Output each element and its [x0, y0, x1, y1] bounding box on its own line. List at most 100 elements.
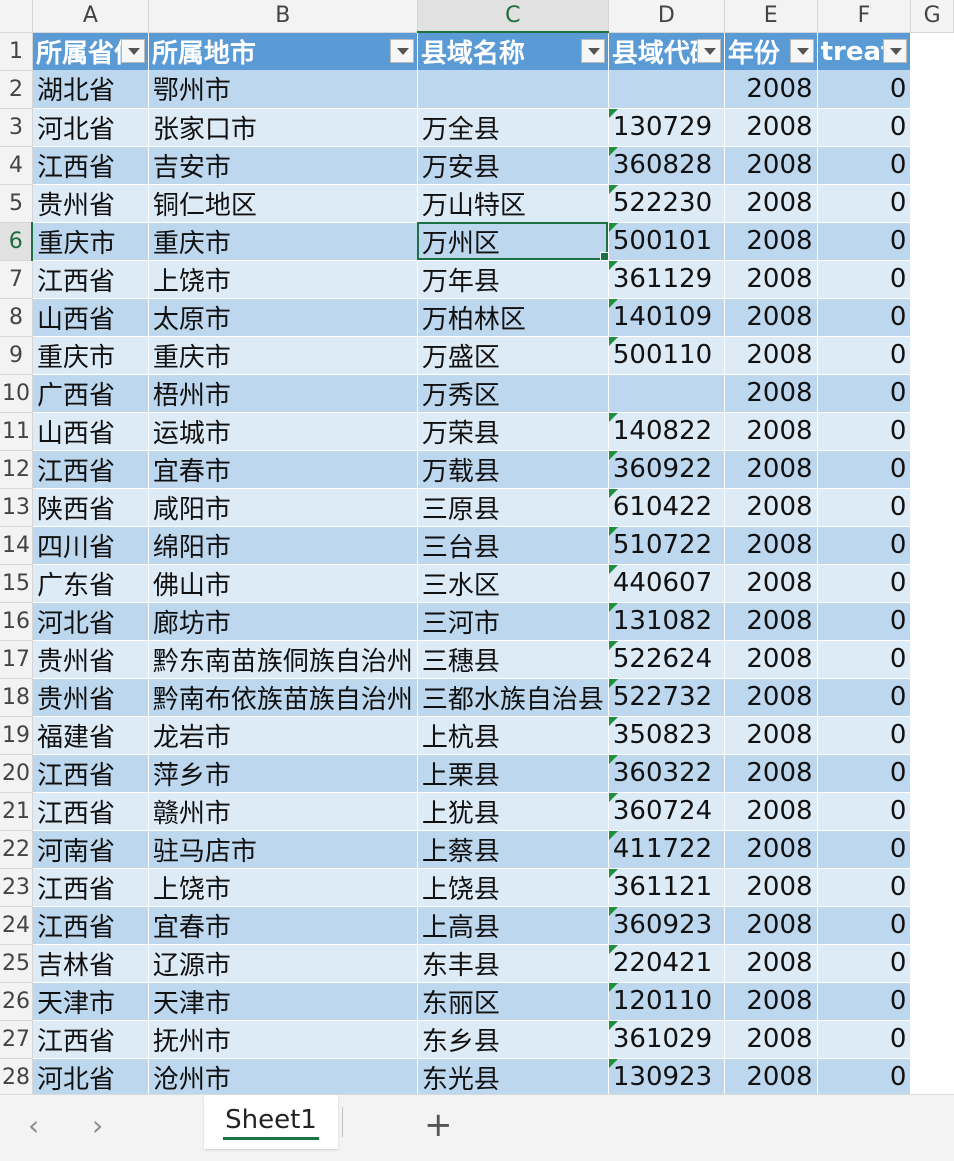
cell-city[interactable]: 铜仁地区	[148, 184, 418, 223]
cell-county-name[interactable]: 万秀区	[417, 374, 609, 413]
cell-county-code[interactable]: 360322	[608, 754, 725, 793]
cell-province[interactable]: 山西省	[32, 298, 149, 337]
cell-city[interactable]: 天津市	[148, 982, 418, 1021]
empty-cell[interactable]	[910, 374, 954, 412]
cell-county-name[interactable]: 东丰县	[417, 944, 609, 983]
row-header[interactable]: 28	[0, 1058, 33, 1097]
cell-year[interactable]: 2008	[724, 754, 818, 793]
cell-county-code[interactable]: 220421	[608, 944, 725, 983]
cell-province[interactable]: 陕西省	[32, 488, 149, 527]
cell-treat[interactable]: 0	[817, 146, 912, 185]
row-header[interactable]: 21	[0, 792, 33, 831]
cell-treat[interactable]: 0	[817, 564, 912, 603]
cell-year[interactable]: 2008	[724, 564, 818, 603]
cell-county-name[interactable]: 万盛区	[417, 336, 609, 375]
cell-city[interactable]: 梧州市	[148, 374, 418, 413]
filter-dropdown-icon[interactable]	[580, 39, 605, 63]
cell-province[interactable]: 河南省	[32, 830, 149, 869]
header-cell-county-code[interactable]: 县域代码	[608, 32, 725, 70]
cell-city[interactable]: 上饶市	[148, 868, 418, 907]
cell-county-name[interactable]: 三河市	[417, 602, 609, 641]
chevron-right-icon[interactable]: ›	[92, 1109, 103, 1142]
cell-county-name[interactable]: 万荣县	[417, 412, 609, 451]
cell-treat[interactable]: 0	[817, 868, 912, 907]
empty-cell[interactable]	[910, 944, 954, 982]
empty-cell[interactable]	[910, 488, 954, 526]
cell-city[interactable]: 吉安市	[148, 146, 418, 185]
cell-county-code[interactable]: 361121	[608, 868, 725, 907]
cell-province[interactable]: 湖北省	[32, 70, 149, 109]
cell-treat[interactable]: 0	[817, 754, 912, 793]
cell-county-code[interactable]: 500101	[608, 222, 725, 261]
header-cell-treat[interactable]: treat	[817, 32, 912, 70]
empty-cell[interactable]	[910, 982, 954, 1020]
empty-cell[interactable]	[910, 450, 954, 488]
cell-city[interactable]: 驻马店市	[148, 830, 418, 869]
row-header[interactable]: 10	[0, 374, 33, 413]
cell-treat[interactable]: 0	[817, 830, 912, 869]
cell-province[interactable]: 江西省	[32, 792, 149, 831]
cell-county-code[interactable]: 522230	[608, 184, 725, 223]
cell-province[interactable]: 山西省	[32, 412, 149, 451]
row-header[interactable]: 25	[0, 944, 33, 983]
cell-county-code[interactable]: 360923	[608, 906, 725, 945]
cell-treat[interactable]: 0	[817, 184, 912, 223]
cell-year[interactable]: 2008	[724, 146, 818, 185]
cell-treat[interactable]: 0	[817, 1058, 912, 1097]
row-header[interactable]: 7	[0, 260, 33, 299]
cell-county-name[interactable]: 万山特区	[417, 184, 609, 223]
cell-year[interactable]: 2008	[724, 640, 818, 679]
row-header[interactable]: 5	[0, 184, 33, 223]
cell-treat[interactable]: 0	[817, 944, 912, 983]
cell-treat[interactable]: 0	[817, 792, 912, 831]
empty-cell[interactable]	[910, 830, 954, 868]
cell-county-code[interactable]: 361029	[608, 1020, 725, 1059]
cell-county-name[interactable]: 万安县	[417, 146, 609, 185]
column-header-b[interactable]: B	[148, 0, 418, 33]
empty-cell[interactable]	[910, 1058, 954, 1096]
cell-year[interactable]: 2008	[724, 944, 818, 983]
empty-cell[interactable]	[910, 792, 954, 830]
cell-county-code[interactable]: 360828	[608, 146, 725, 185]
cell-county-code[interactable]: 522624	[608, 640, 725, 679]
cell-treat[interactable]: 0	[817, 450, 912, 489]
empty-cell[interactable]	[910, 526, 954, 564]
cell-county-name[interactable]	[417, 70, 609, 109]
cell-county-name[interactable]: 万载县	[417, 450, 609, 489]
cell-year[interactable]: 2008	[724, 336, 818, 375]
empty-cell[interactable]	[910, 32, 954, 70]
cell-year[interactable]: 2008	[724, 792, 818, 831]
row-header[interactable]: 23	[0, 868, 33, 907]
cell-city[interactable]: 龙岩市	[148, 716, 418, 755]
empty-cell[interactable]	[910, 678, 954, 716]
empty-cell[interactable]	[910, 70, 954, 108]
cell-province[interactable]: 吉林省	[32, 944, 149, 983]
cell-city[interactable]: 鄂州市	[148, 70, 418, 109]
cell-province[interactable]: 江西省	[32, 1020, 149, 1059]
empty-cell[interactable]	[910, 868, 954, 906]
row-header[interactable]: 20	[0, 754, 33, 793]
empty-cell[interactable]	[910, 716, 954, 754]
cell-county-name[interactable]: 万全县	[417, 108, 609, 147]
cell-province[interactable]: 广东省	[32, 564, 149, 603]
cell-year[interactable]: 2008	[724, 906, 818, 945]
cell-county-code[interactable]: 130729	[608, 108, 725, 147]
cell-city[interactable]: 抚州市	[148, 1020, 418, 1059]
cell-treat[interactable]: 0	[817, 298, 912, 337]
filter-dropdown-icon[interactable]	[389, 38, 414, 63]
row-header[interactable]: 27	[0, 1020, 33, 1059]
filter-dropdown-icon[interactable]	[789, 38, 814, 63]
cell-county-name[interactable]: 东丽区	[417, 982, 609, 1021]
cell-treat[interactable]: 0	[817, 716, 912, 755]
cell-county-code[interactable]	[608, 374, 725, 413]
cell-treat[interactable]: 0	[817, 260, 912, 299]
cell-year[interactable]: 2008	[724, 70, 818, 109]
header-cell-county-name[interactable]: 县域名称	[417, 32, 609, 70]
spreadsheet-grid[interactable]: A B C D E F G 1 所属省份 所属地市 县域名称 县域代码 年份 t…	[0, 0, 954, 1097]
cell-treat[interactable]: 0	[817, 982, 912, 1021]
cell-county-name[interactable]: 上高县	[417, 906, 609, 945]
cell-county-name[interactable]: 万柏林区	[417, 298, 609, 337]
cell-county-name[interactable]: 上饶县	[417, 868, 609, 907]
cell-county-code[interactable]: 131082	[608, 602, 725, 641]
cell-county-code[interactable]: 610422	[608, 488, 725, 527]
